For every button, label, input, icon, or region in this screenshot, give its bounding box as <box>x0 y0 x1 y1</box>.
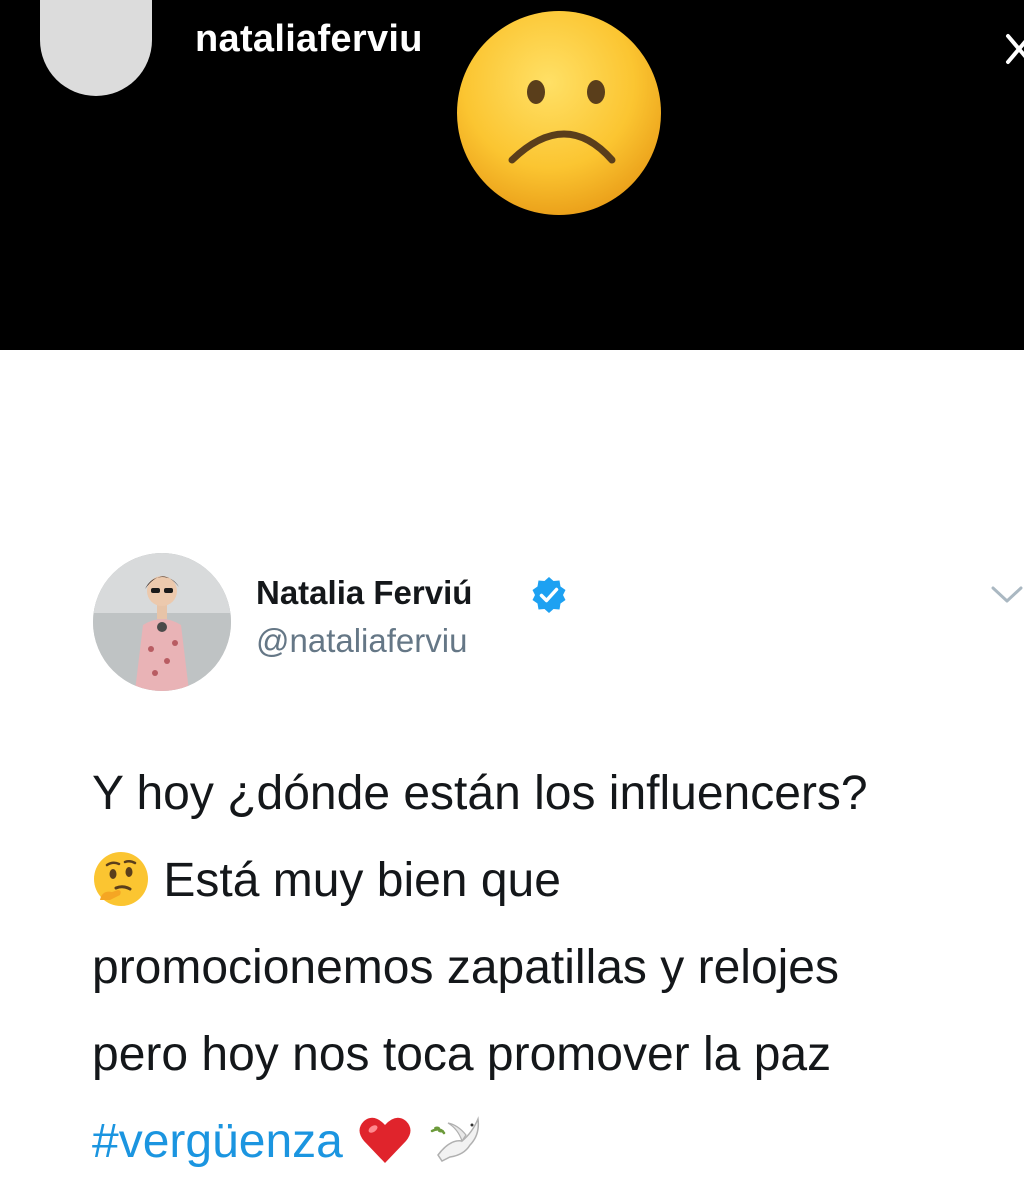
sad-face-sticker-icon <box>457 11 661 215</box>
story-avatar[interactable] <box>40 0 152 96</box>
tweet-body: Y hoy ¿dónde están los influencers? Está… <box>92 750 1022 1185</box>
tweet-line: promocionemos zapatillas y relojes <box>92 941 839 994</box>
story-header: nataliaferviu 5h <box>0 0 1024 350</box>
tweet-line: Está muy bien que <box>92 837 1022 924</box>
chevron-down-icon[interactable] <box>990 584 1024 606</box>
tweet-line: Y hoy ¿dónde están los influencers? <box>92 767 868 820</box>
thinking-face-icon <box>94 852 148 907</box>
tweet-display-name[interactable]: Natalia Ferviú <box>256 574 472 612</box>
close-icon[interactable] <box>1004 32 1024 66</box>
tweet-line: pero hoy nos toca promover la paz <box>92 1028 832 1081</box>
dove-icon <box>430 1116 479 1163</box>
tweet-handle[interactable]: @nataliaferviu <box>256 622 467 660</box>
tweet-line: #vergüenza <box>92 1098 1022 1185</box>
hashtag-link[interactable]: #vergüenza <box>92 1115 343 1168</box>
profile-photo <box>93 553 231 691</box>
story-username[interactable]: nataliaferviu <box>195 18 423 61</box>
red-heart-icon <box>359 1118 411 1164</box>
tweet-avatar[interactable] <box>93 553 231 691</box>
tweet-line-text: Está muy bien que <box>163 854 561 907</box>
verified-badge-icon <box>532 577 566 613</box>
